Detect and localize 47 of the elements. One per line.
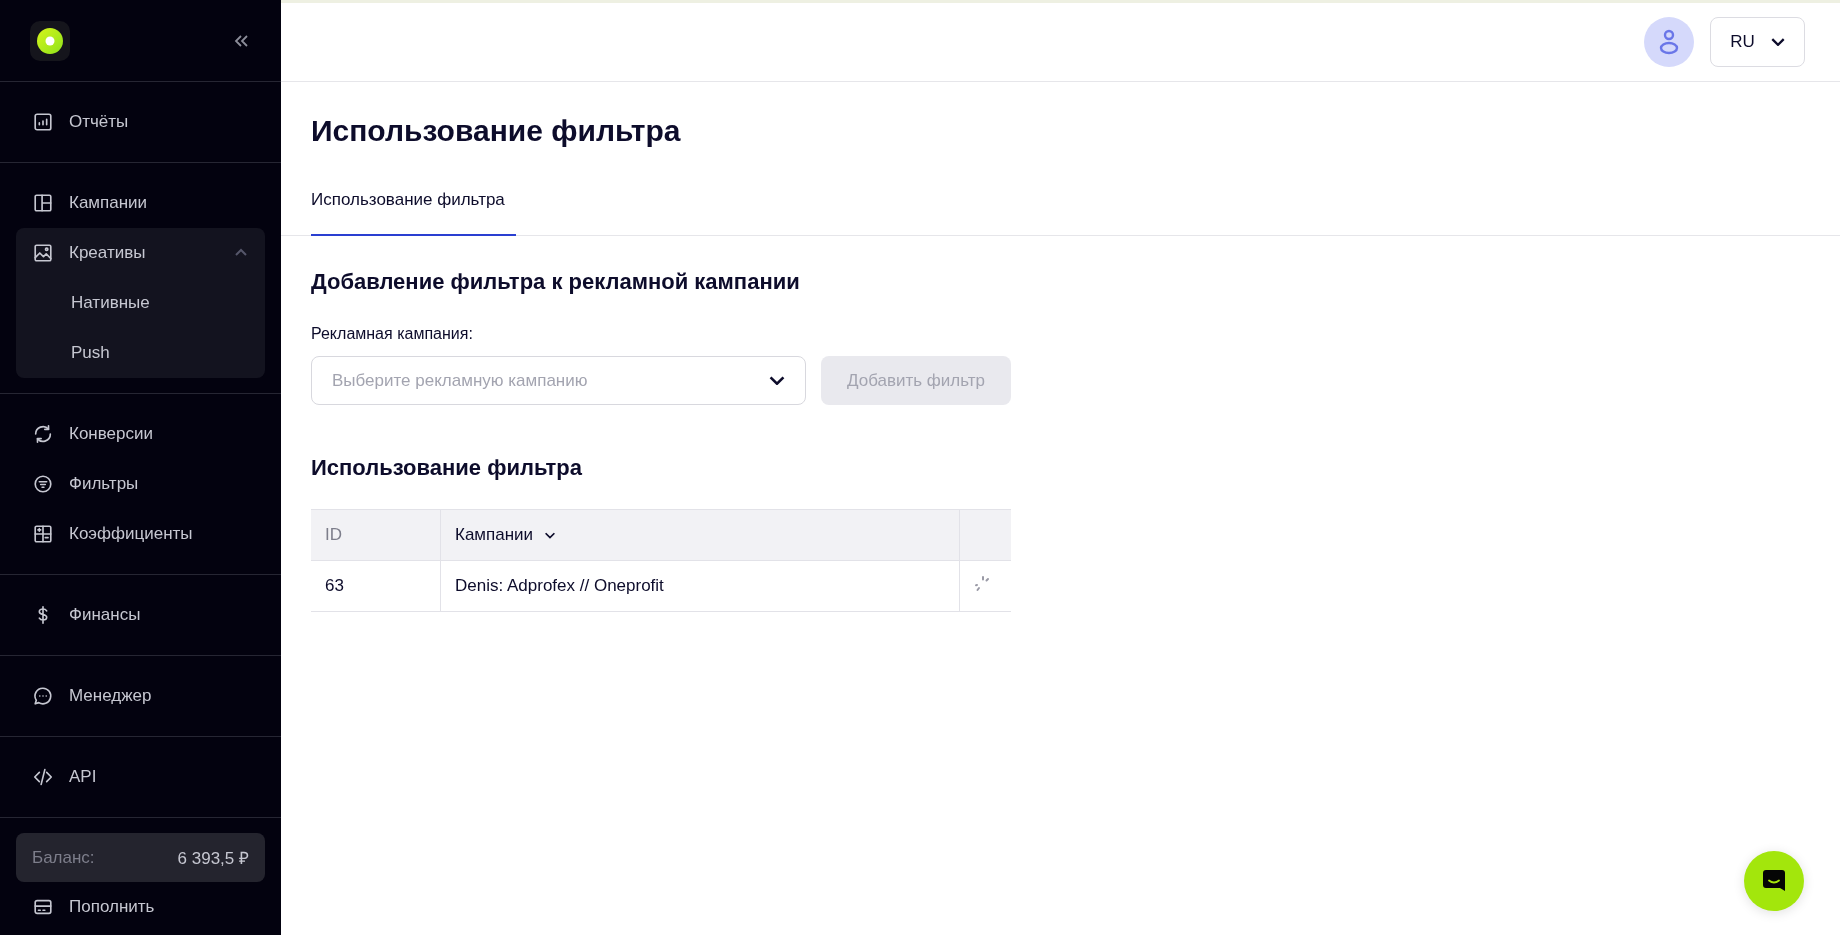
- sidebar-item[interactable]: Менеджер: [16, 671, 265, 721]
- sidebar-item-label: Коэффициенты: [69, 524, 193, 544]
- layout-icon: [32, 192, 54, 214]
- submenu-item[interactable]: Нативные: [16, 278, 265, 328]
- table-cell: 63: [311, 560, 441, 612]
- sidebar-item-label: Финансы: [69, 605, 141, 625]
- calculator-icon: [32, 523, 54, 545]
- sidebar-item[interactable]: Финансы: [16, 590, 265, 640]
- filter-icon: [32, 473, 54, 495]
- sidebar-item-label: Пополнить: [69, 897, 155, 917]
- sidebar-item-label: Креативы: [69, 243, 146, 263]
- sidebar-item[interactable]: Коэффициенты: [16, 509, 265, 559]
- sidebar-item-label: Фильтры: [69, 474, 139, 494]
- sidebar-item-label: Конверсии: [69, 424, 153, 444]
- section-title: Добавление фильтра к рекламной кампании: [311, 269, 801, 295]
- sidebar-item[interactable]: Фильтры: [16, 459, 265, 509]
- refresh-icon: [32, 423, 54, 445]
- page-title: Использование фильтра: [311, 114, 682, 148]
- sidebar-item[interactable]: Кампании: [16, 178, 265, 228]
- field-label: Рекламная кампания:: [311, 325, 474, 343]
- sidebar-item[interactable]: Отчёты: [16, 97, 265, 147]
- column-header[interactable]: Кампании: [440, 509, 960, 561]
- code-icon: [32, 766, 54, 788]
- balance-label: Баланс:: [32, 847, 95, 868]
- sidebar-item[interactable]: Конверсии: [16, 409, 265, 459]
- avatar-icon[interactable]: [1644, 17, 1694, 67]
- submenu-item[interactable]: Push: [16, 328, 265, 378]
- tab[interactable]: Использование фильтра: [311, 190, 516, 236]
- sidebar-item-label: Кампании: [69, 193, 148, 213]
- sidebar-item[interactable]: Пополнить: [16, 882, 265, 932]
- sidebar-item[interactable]: Креативы: [16, 228, 265, 278]
- chat-bubble-icon: [32, 685, 54, 707]
- sidebar-item-label: Менеджер: [69, 686, 152, 706]
- logo-icon: [30, 20, 70, 61]
- sidebar-item[interactable]: API: [16, 752, 265, 802]
- chevron-down-icon: [1770, 38, 1785, 46]
- bar-chart-icon: [32, 111, 54, 133]
- language-dropdown[interactable]: RU: [1710, 17, 1805, 67]
- chevron-down-icon: [769, 376, 785, 385]
- sidebar-item-label: API: [69, 767, 97, 787]
- table-cell: Denis: Adprofex // Oneprofit: [440, 560, 960, 612]
- column-header: ID: [311, 509, 441, 561]
- image-icon: [32, 242, 54, 264]
- section-title: Использование фильтра: [311, 455, 583, 481]
- balance-value: 6 393,5 ₽: [177, 848, 249, 869]
- chat-button[interactable]: [1744, 851, 1804, 911]
- sidebar-item-label: Отчёты: [69, 112, 129, 132]
